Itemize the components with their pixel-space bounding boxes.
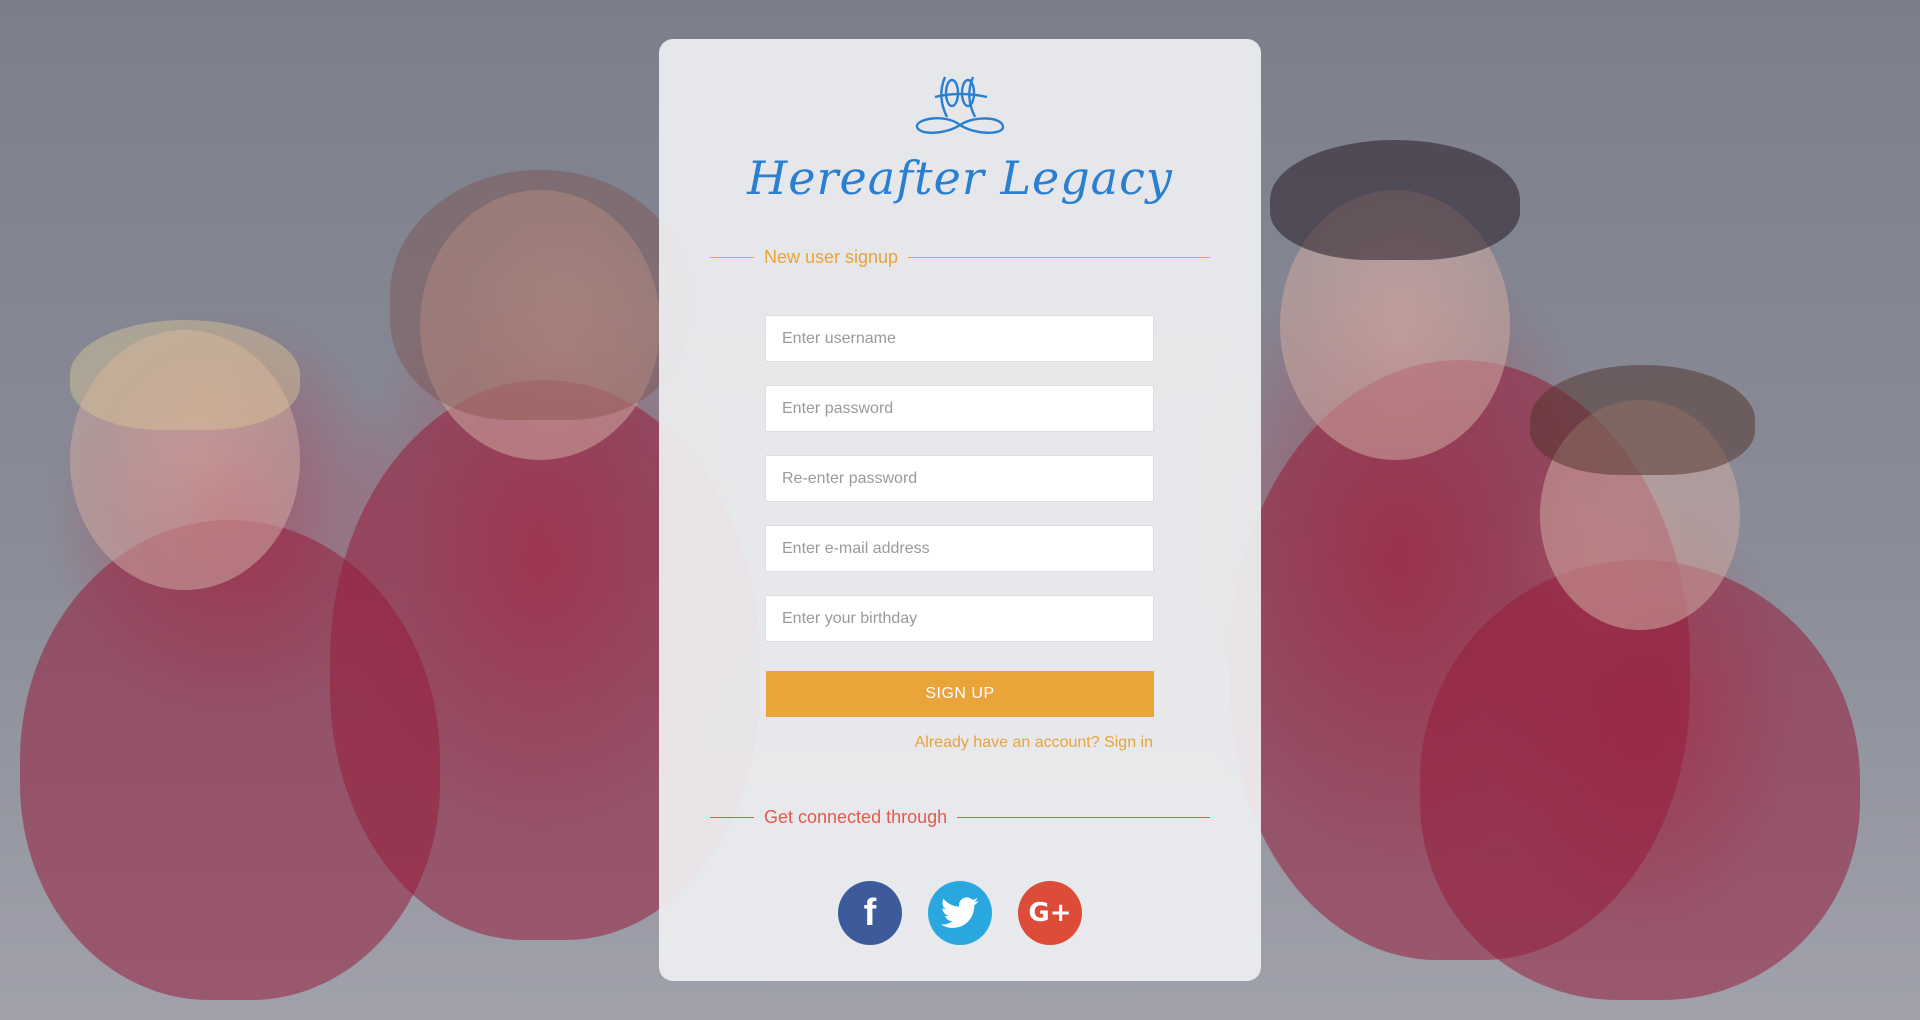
repassword-field[interactable]: [765, 455, 1154, 502]
divider-line: [710, 816, 754, 818]
twitter-icon: [941, 897, 979, 928]
page: Hereafter Legacy New user signup SIGN UP…: [0, 0, 1920, 1020]
signup-divider: New user signup: [710, 247, 1210, 267]
google-plus-icon: G+: [1028, 898, 1072, 928]
signin-link[interactable]: Already have an account? Sign in: [915, 734, 1153, 752]
signup-card: Hereafter Legacy New user signup SIGN UP…: [659, 39, 1261, 981]
google-plus-button[interactable]: G+: [1018, 881, 1082, 945]
social-heading: Get connected through: [764, 806, 948, 827]
logo-monogram-icon: [915, 76, 1005, 134]
password-field[interactable]: [765, 385, 1154, 432]
divider-line: [710, 256, 754, 258]
social-divider: Get connected through: [710, 807, 1210, 827]
username-field[interactable]: [765, 315, 1154, 362]
twitter-button[interactable]: [928, 881, 992, 945]
brand-name: Hereafter Legacy: [747, 151, 1173, 205]
email-field[interactable]: [765, 525, 1154, 572]
facebook-button[interactable]: f: [838, 881, 902, 945]
signup-heading: New user signup: [764, 246, 899, 267]
birthday-field[interactable]: [765, 595, 1154, 642]
divider-line: [908, 256, 1210, 258]
social-buttons: f G+: [659, 881, 1261, 945]
signup-button[interactable]: SIGN UP: [766, 671, 1154, 717]
facebook-icon: f: [863, 891, 877, 934]
logo: [659, 69, 1261, 141]
divider-line: [957, 816, 1210, 818]
